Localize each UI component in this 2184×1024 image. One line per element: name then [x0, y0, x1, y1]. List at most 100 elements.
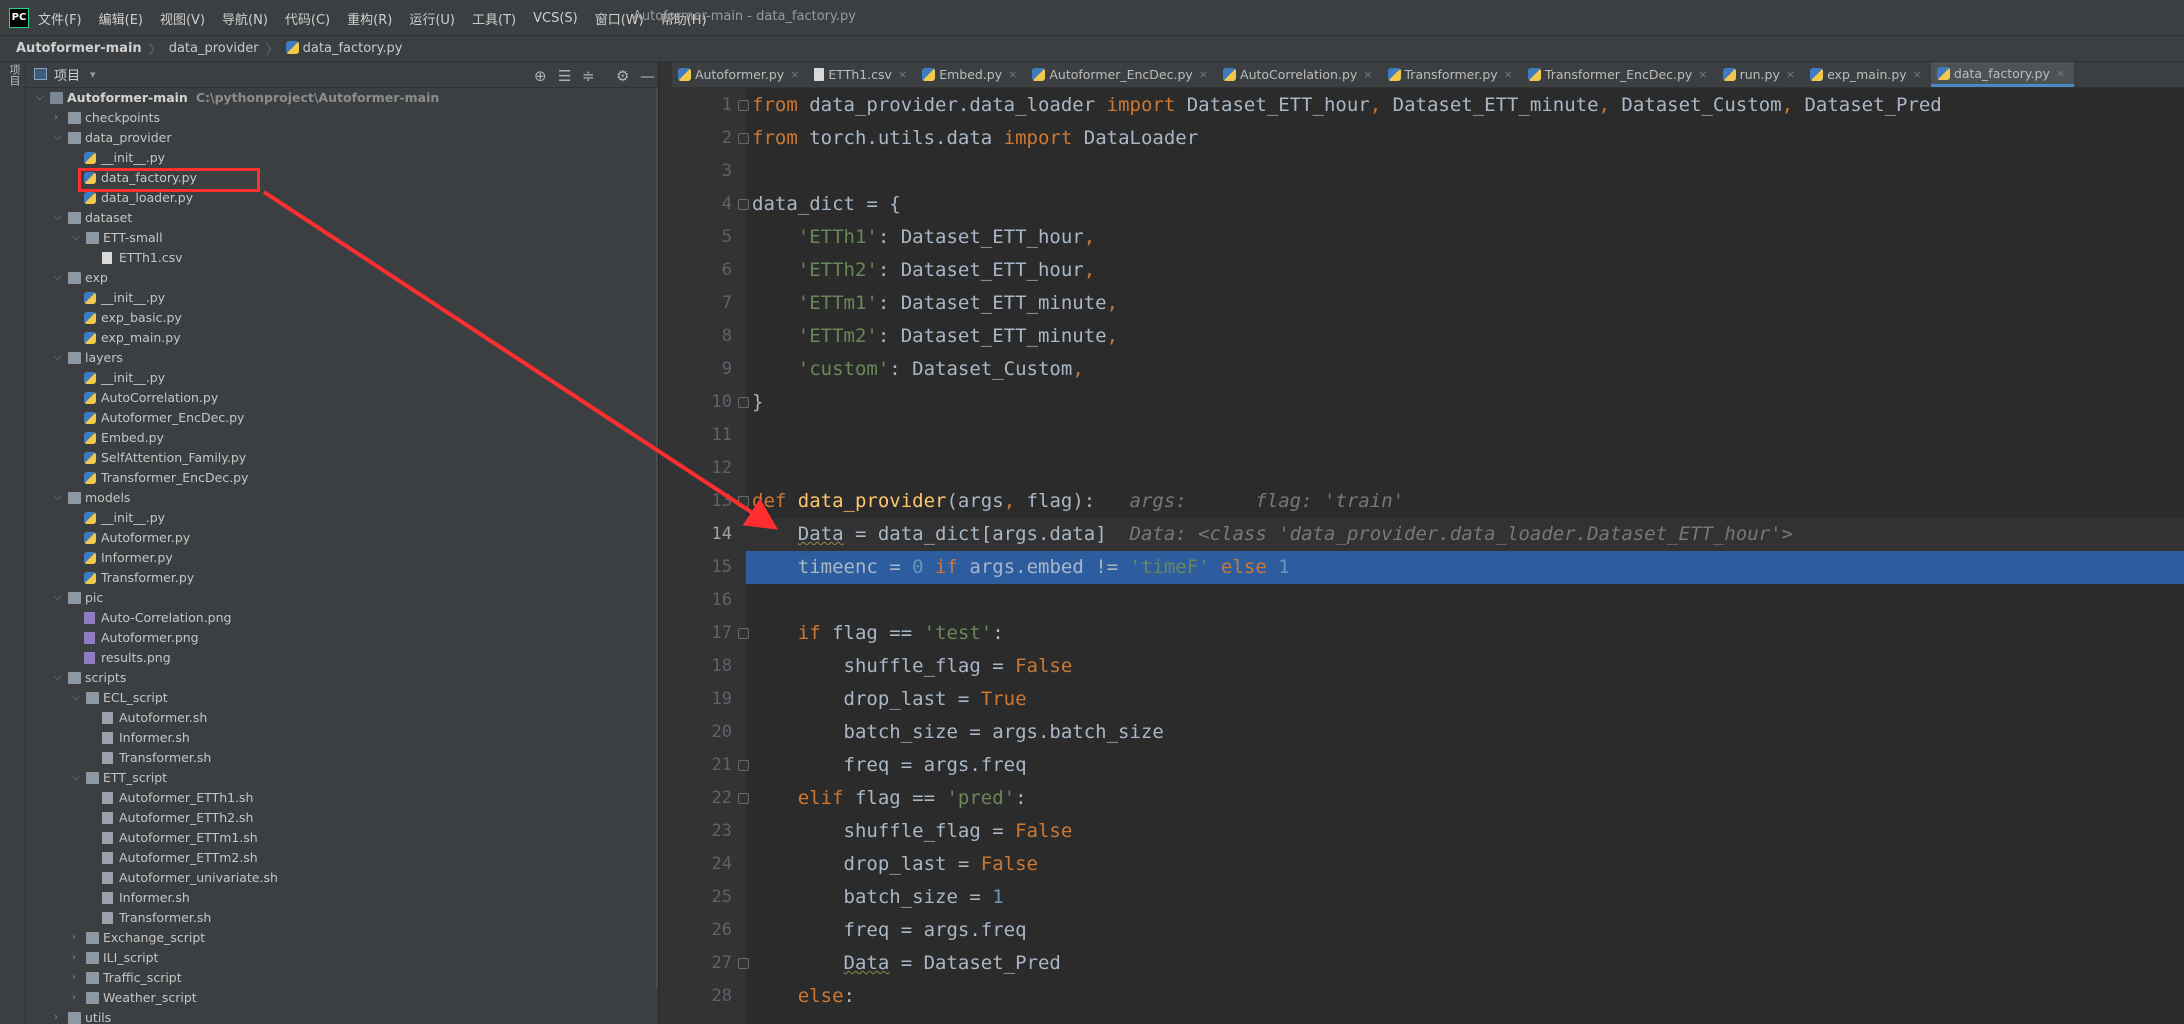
code-line[interactable]: timeenc = 0 if args.embed != 'timeF' els…: [752, 551, 1290, 584]
line-number[interactable]: 25: [672, 881, 732, 914]
tree-item[interactable]: ⌵ pic: [26, 588, 658, 608]
fold-marker-icon[interactable]: [738, 496, 749, 507]
line-number[interactable]: 22: [672, 782, 732, 815]
line-number[interactable]: 9: [672, 353, 732, 386]
close-icon[interactable]: ×: [790, 68, 799, 81]
tree-item[interactable]: ⌵ models: [26, 488, 658, 508]
line-number[interactable]: 17: [672, 617, 732, 650]
tree-item[interactable]: Transformer_EncDec.py: [26, 468, 658, 488]
fold-marker-icon[interactable]: [738, 793, 749, 804]
tree-item[interactable]: Autoformer.png: [26, 628, 658, 648]
fold-marker-icon[interactable]: [738, 958, 749, 969]
tree-item[interactable]: ⌵ ETT_script: [26, 768, 658, 788]
close-icon[interactable]: ×: [2056, 67, 2065, 80]
line-number[interactable]: 5: [672, 221, 732, 254]
menu-item[interactable]: 导航(N): [222, 9, 268, 28]
line-number[interactable]: 24: [672, 848, 732, 881]
chevron-down-icon[interactable]: ⌵: [54, 208, 62, 228]
tree-item[interactable]: Autoformer.py: [26, 528, 658, 548]
editor-tab[interactable]: Embed.py ×: [916, 62, 1026, 87]
tree-item[interactable]: __init__.py: [26, 368, 658, 388]
menu-item[interactable]: 重构(R): [347, 9, 392, 28]
line-number[interactable]: 16: [672, 584, 732, 617]
tree-item[interactable]: exp_main.py: [26, 328, 658, 348]
code-line[interactable]: batch_size = 1: [752, 881, 1004, 914]
tree-item[interactable]: ⌵ dataset: [26, 208, 658, 228]
menu-item[interactable]: 视图(V): [160, 9, 205, 28]
gear-icon[interactable]: ⚙: [616, 67, 629, 85]
code-editor[interactable]: 1 2 3 4 5 6 7 8 9 10 11 12 13 14 15 16 17 18 19 20 21 22 23 24 2…: [672, 88, 2184, 1024]
tree-item[interactable]: ⌵ ETT-small: [26, 228, 658, 248]
code-line[interactable]: data_dict = {: [752, 188, 901, 221]
code-line[interactable]: if flag == 'test':: [752, 617, 1004, 650]
menu-item[interactable]: 编辑(E): [99, 9, 143, 28]
line-number[interactable]: 12: [672, 452, 732, 485]
tree-item[interactable]: Transformer.py: [26, 568, 658, 588]
project-tool-button[interactable]: 项目: [4, 64, 22, 86]
chevron-right-icon[interactable]: ›: [72, 928, 76, 948]
menu-item[interactable]: 运行(U): [409, 9, 455, 28]
line-number[interactable]: 14: [672, 518, 732, 551]
tree-item[interactable]: Autoformer_ETTh1.sh: [26, 788, 658, 808]
tree-item[interactable]: Autoformer_ETTm1.sh: [26, 828, 658, 848]
tree-item[interactable]: Transformer.sh: [26, 748, 658, 768]
tree-item[interactable]: ⌵ Autoformer-main C:\pythonproject\Autofor…: [26, 88, 658, 108]
code-line[interactable]: 'custom': Dataset_Custom,: [752, 353, 1084, 386]
close-icon[interactable]: ×: [1913, 68, 1922, 81]
chevron-down-icon[interactable]: ⌵: [72, 228, 80, 248]
chevron-down-icon[interactable]: ▾: [90, 68, 96, 81]
fold-marker-icon[interactable]: [738, 628, 749, 639]
tree-item[interactable]: ⌵ layers: [26, 348, 658, 368]
chevron-down-icon[interactable]: ⌵: [72, 688, 80, 708]
line-number[interactable]: 13: [672, 485, 732, 518]
tree-item[interactable]: › utils: [26, 1008, 658, 1024]
code-line[interactable]: drop_last = True: [752, 683, 1027, 716]
editor-tab[interactable]: ETTh1.csv ×: [808, 62, 916, 87]
breadcrumb-file[interactable]: data_factory.py: [285, 41, 402, 56]
tree-item[interactable]: Autoformer_ETTm2.sh: [26, 848, 658, 868]
code-line[interactable]: batch_size = args.batch_size: [752, 716, 1164, 749]
close-icon[interactable]: ×: [1698, 68, 1707, 81]
chevron-down-icon[interactable]: ⌵: [54, 488, 62, 508]
tree-item[interactable]: Informer.py: [26, 548, 658, 568]
line-number[interactable]: 11: [672, 419, 732, 452]
fold-marker-icon[interactable]: [738, 100, 749, 111]
line-number[interactable]: 26: [672, 914, 732, 947]
chevron-right-icon[interactable]: ›: [72, 968, 76, 988]
chevron-right-icon[interactable]: ›: [54, 108, 58, 128]
code-line[interactable]: Data = data_dict[args.data] Data: <class…: [752, 518, 1793, 551]
chevron-down-icon[interactable]: ⌵: [72, 768, 80, 788]
tree-item[interactable]: AutoCorrelation.py: [26, 388, 658, 408]
tree-item[interactable]: Transformer.sh: [26, 908, 658, 928]
tree-item[interactable]: ⌵ exp: [26, 268, 658, 288]
line-number[interactable]: 19: [672, 683, 732, 716]
editor-tab[interactable]: AutoCorrelation.py ×: [1217, 62, 1381, 87]
line-number[interactable]: 6: [672, 254, 732, 287]
locate-icon[interactable]: ⊕: [534, 67, 547, 85]
project-panel-title[interactable]: 项目: [54, 65, 80, 84]
tree-item[interactable]: › Exchange_script: [26, 928, 658, 948]
code-line[interactable]: 'ETTh2': Dataset_ETT_hour,: [752, 254, 1095, 287]
line-number-gutter[interactable]: 1 2 3 4 5 6 7 8 9 10 11 12 13 14 15 16 17 18 19 20 21 22 23 24 2…: [672, 88, 749, 1024]
tree-item[interactable]: Autoformer.sh: [26, 708, 658, 728]
tree-item[interactable]: __init__.py: [26, 508, 658, 528]
line-number[interactable]: 10: [672, 386, 732, 419]
line-number[interactable]: 28: [672, 980, 732, 1013]
code-line[interactable]: freq = args.freq: [752, 749, 1027, 782]
code-line[interactable]: shuffle_flag = False: [752, 650, 1073, 683]
expand-all-icon[interactable]: ☰: [558, 67, 571, 85]
editor-tab[interactable]: Transformer_EncDec.py ×: [1522, 62, 1717, 87]
line-number[interactable]: 4: [672, 188, 732, 221]
code-line[interactable]: def data_provider(args, flag): args: fla…: [752, 485, 1404, 518]
code-line[interactable]: }: [752, 386, 763, 419]
tree-item[interactable]: › checkpoints: [26, 108, 658, 128]
tree-item[interactable]: ETTh1.csv: [26, 248, 658, 268]
menu-item[interactable]: 代码(C): [285, 9, 330, 28]
line-number[interactable]: 15: [672, 551, 732, 584]
tree-item[interactable]: › ILI_script: [26, 948, 658, 968]
code-line[interactable]: from torch.utils.data import DataLoader: [752, 122, 1198, 155]
editor-tab[interactable]: Transformer.py ×: [1382, 62, 1522, 87]
tree-item[interactable]: › Traffic_script: [26, 968, 658, 988]
tree-item[interactable]: exp_basic.py: [26, 308, 658, 328]
code-line[interactable]: Data = Dataset_Pred: [752, 947, 1061, 980]
